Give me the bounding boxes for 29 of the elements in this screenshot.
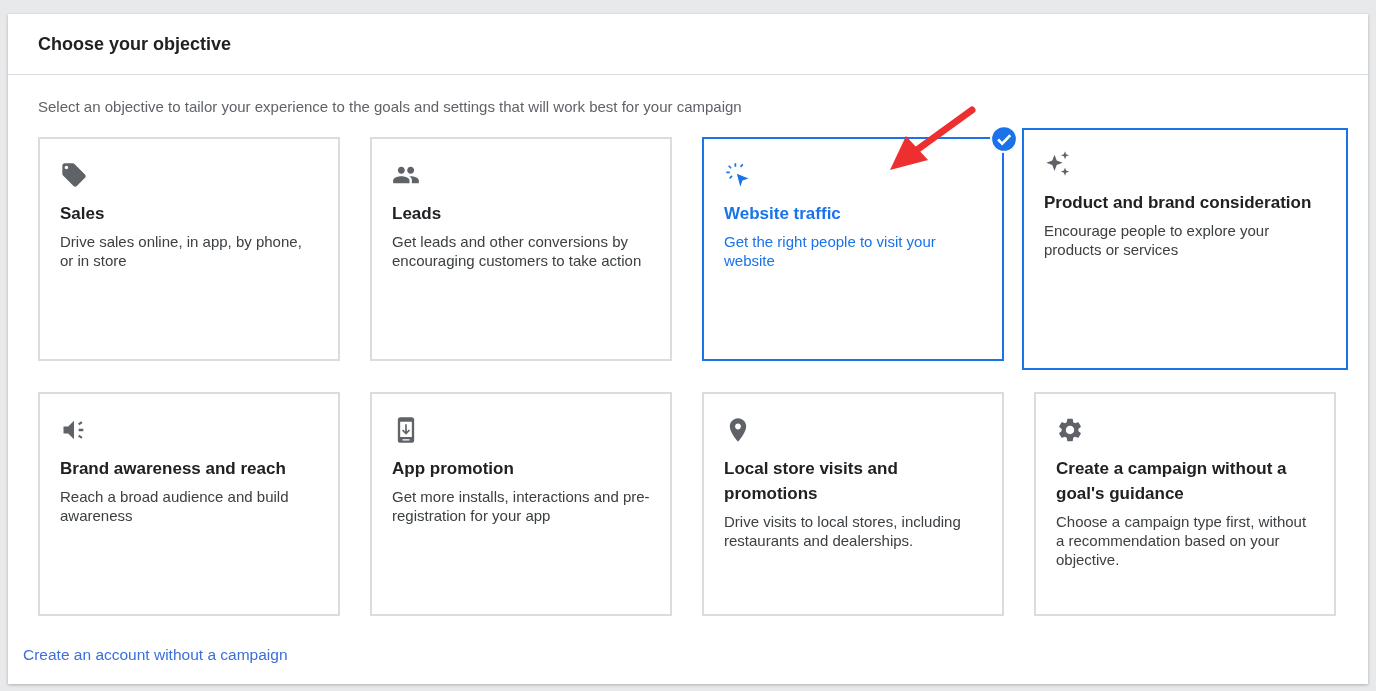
objective-description: Get the right people to visit your website — [724, 232, 937, 270]
objective-description: Choose a campaign type first, without a recommendation based on your objective. — [1056, 512, 1308, 569]
objective-description: Get more installs, interactions and pre-registration for your app — [392, 487, 650, 525]
objective-card[interactable]: Product and brand consideration Encourage people to explore your products or services — [1022, 128, 1348, 370]
objective-card[interactable]: Brand awareness and reach Reach a broad audience and build awareness — [38, 392, 340, 616]
objective-card[interactable]: Create a campaign without a goal's guidance Choose a campaign type first, without a recommendation based on your objective. — [1034, 392, 1336, 616]
objective-title: Brand awareness and reach — [60, 458, 287, 480]
dialog-title: Choose your objective — [38, 33, 232, 55]
objective-title: Leads — [392, 203, 443, 225]
objective-card[interactable]: Local store visits and promotions Drive visits to local stores, including restaurants and dealerships. — [702, 392, 1004, 616]
objective-description: Drive visits to local stores, including restaurants and dealerships. — [724, 512, 962, 550]
objective-card[interactable]: Website traffic Get the right people to visit your website — [702, 137, 1004, 361]
objective-description: Get leads and other conversions by encouraging customers to take action — [392, 232, 643, 270]
objective-title: Website traffic — [724, 203, 842, 225]
objective-title: Sales — [60, 203, 106, 225]
objective-card[interactable]: App promotion Get more installs, interactions and pre-registration for your app — [370, 392, 672, 616]
create-account-link[interactable]: Create an account without a campaign — [23, 646, 288, 664]
objective-description: Drive sales online, in app, by phone, or in store — [60, 232, 303, 270]
objective-title: Product and brand consideration — [1044, 192, 1313, 214]
objective-card[interactable]: Leads Get leads and other conversions by encouraging customers to take action — [370, 137, 672, 361]
objective-description: Encourage people to explore your products or services — [1044, 221, 1271, 259]
objective-description: Reach a broad audience and build awareness — [60, 487, 290, 525]
settings-icon — [1056, 416, 1084, 444]
objective-title: App promotion — [392, 458, 515, 480]
tag-icon — [60, 161, 88, 189]
objective-card[interactable]: Sales Drive sales online, in app, by phone, or in store — [38, 137, 340, 361]
objective-title: Create a campaign without a goal's guidance — [1056, 458, 1288, 505]
dialog-subtitle: Select an objective to tailor your experience to the goals and settings that will work best for your campaign — [38, 98, 743, 115]
objective-title: Local store visits and promotions — [724, 458, 899, 505]
